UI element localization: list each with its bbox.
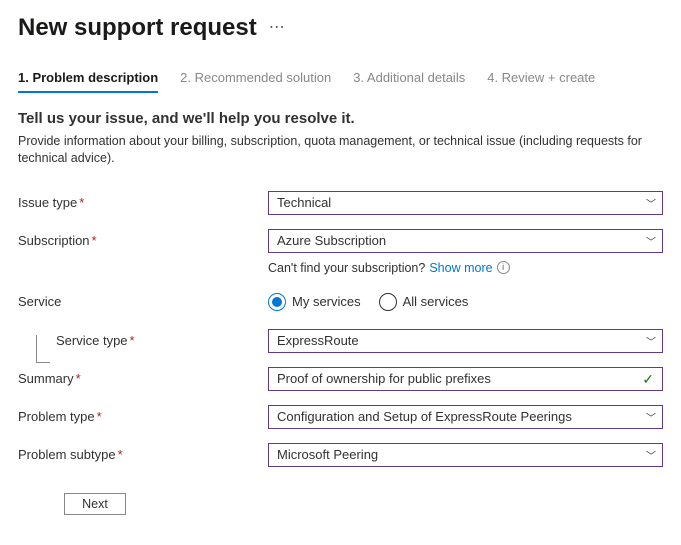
tab-additional-details[interactable]: 3. Additional details xyxy=(353,70,465,93)
radio-all-services[interactable]: All services xyxy=(379,293,469,311)
tree-line-icon xyxy=(36,335,50,363)
service-type-block: Service type* ExpressRoute ﹀ xyxy=(18,329,663,353)
row-problem-subtype: Problem subtype* Microsoft Peering ﹀ xyxy=(18,443,663,467)
subscription-select[interactable]: Azure Subscription ﹀ xyxy=(268,229,663,253)
label-problem-subtype: Problem subtype* xyxy=(18,447,268,462)
required-indicator: * xyxy=(118,447,123,462)
radio-icon xyxy=(379,293,397,311)
wizard-footer: Next xyxy=(18,485,663,515)
issue-type-value: Technical xyxy=(277,195,331,210)
required-indicator: * xyxy=(76,371,81,386)
chevron-down-icon: ﹀ xyxy=(646,195,656,210)
more-icon[interactable]: ⋯ xyxy=(265,16,290,40)
required-indicator: * xyxy=(97,409,102,424)
required-indicator: * xyxy=(92,233,97,248)
problem-type-value: Configuration and Setup of ExpressRoute … xyxy=(277,409,572,424)
label-problem-type: Problem type* xyxy=(18,409,268,424)
problem-type-select[interactable]: Configuration and Setup of ExpressRoute … xyxy=(268,405,663,429)
problem-subtype-select[interactable]: Microsoft Peering ﹀ xyxy=(268,443,663,467)
tab-recommended-solution[interactable]: 2. Recommended solution xyxy=(180,70,331,93)
label-service: Service xyxy=(18,294,268,309)
row-subscription: Subscription* Azure Subscription ﹀ xyxy=(18,229,663,253)
label-subscription: Subscription* xyxy=(18,233,268,248)
label-issue-type: Issue type* xyxy=(18,195,268,210)
info-icon[interactable]: i xyxy=(497,261,510,274)
service-type-select[interactable]: ExpressRoute ﹀ xyxy=(268,329,663,353)
row-subscription-help: Can't find your subscription? Show more … xyxy=(18,257,663,289)
chevron-down-icon: ﹀ xyxy=(646,233,656,248)
issue-type-select[interactable]: Technical ﹀ xyxy=(268,191,663,215)
service-radio-group: My services All services xyxy=(268,293,663,311)
row-problem-type: Problem type* Configuration and Setup of… xyxy=(18,405,663,429)
subscription-value: Azure Subscription xyxy=(277,233,386,248)
wizard-tabs: 1. Problem description 2. Recommended so… xyxy=(18,70,663,94)
section-description: Provide information about your billing, … xyxy=(18,133,663,167)
radio-my-services[interactable]: My services xyxy=(268,293,361,311)
row-service: Service My services All services xyxy=(18,293,663,311)
service-type-value: ExpressRoute xyxy=(277,333,359,348)
required-indicator: * xyxy=(79,195,84,210)
tab-problem-description[interactable]: 1. Problem description xyxy=(18,70,158,93)
row-service-type: Service type* ExpressRoute ﹀ xyxy=(18,329,663,353)
tab-review-create[interactable]: 4. Review + create xyxy=(487,70,595,93)
summary-input[interactable]: Proof of ownership for public prefixes ✓ xyxy=(268,367,663,391)
row-issue-type: Issue type* Technical ﹀ xyxy=(18,191,663,215)
chevron-down-icon: ﹀ xyxy=(646,409,656,424)
chevron-down-icon: ﹀ xyxy=(646,333,656,348)
show-more-link[interactable]: Show more xyxy=(429,261,492,275)
page-header: New support request ⋯ xyxy=(18,14,663,42)
row-summary: Summary* Proof of ownership for public p… xyxy=(18,367,663,391)
check-icon: ✓ xyxy=(642,372,654,386)
summary-value: Proof of ownership for public prefixes xyxy=(277,371,491,386)
label-summary: Summary* xyxy=(18,371,268,386)
radio-icon xyxy=(268,293,286,311)
page-title: New support request xyxy=(18,14,257,42)
required-indicator: * xyxy=(130,333,135,348)
section-heading: Tell us your issue, and we'll help you r… xyxy=(18,110,663,127)
next-button[interactable]: Next xyxy=(64,493,126,515)
subscription-help: Can't find your subscription? Show more … xyxy=(268,261,663,275)
label-service-type: Service type* xyxy=(18,333,268,348)
problem-subtype-value: Microsoft Peering xyxy=(277,447,378,462)
chevron-down-icon: ﹀ xyxy=(646,447,656,462)
